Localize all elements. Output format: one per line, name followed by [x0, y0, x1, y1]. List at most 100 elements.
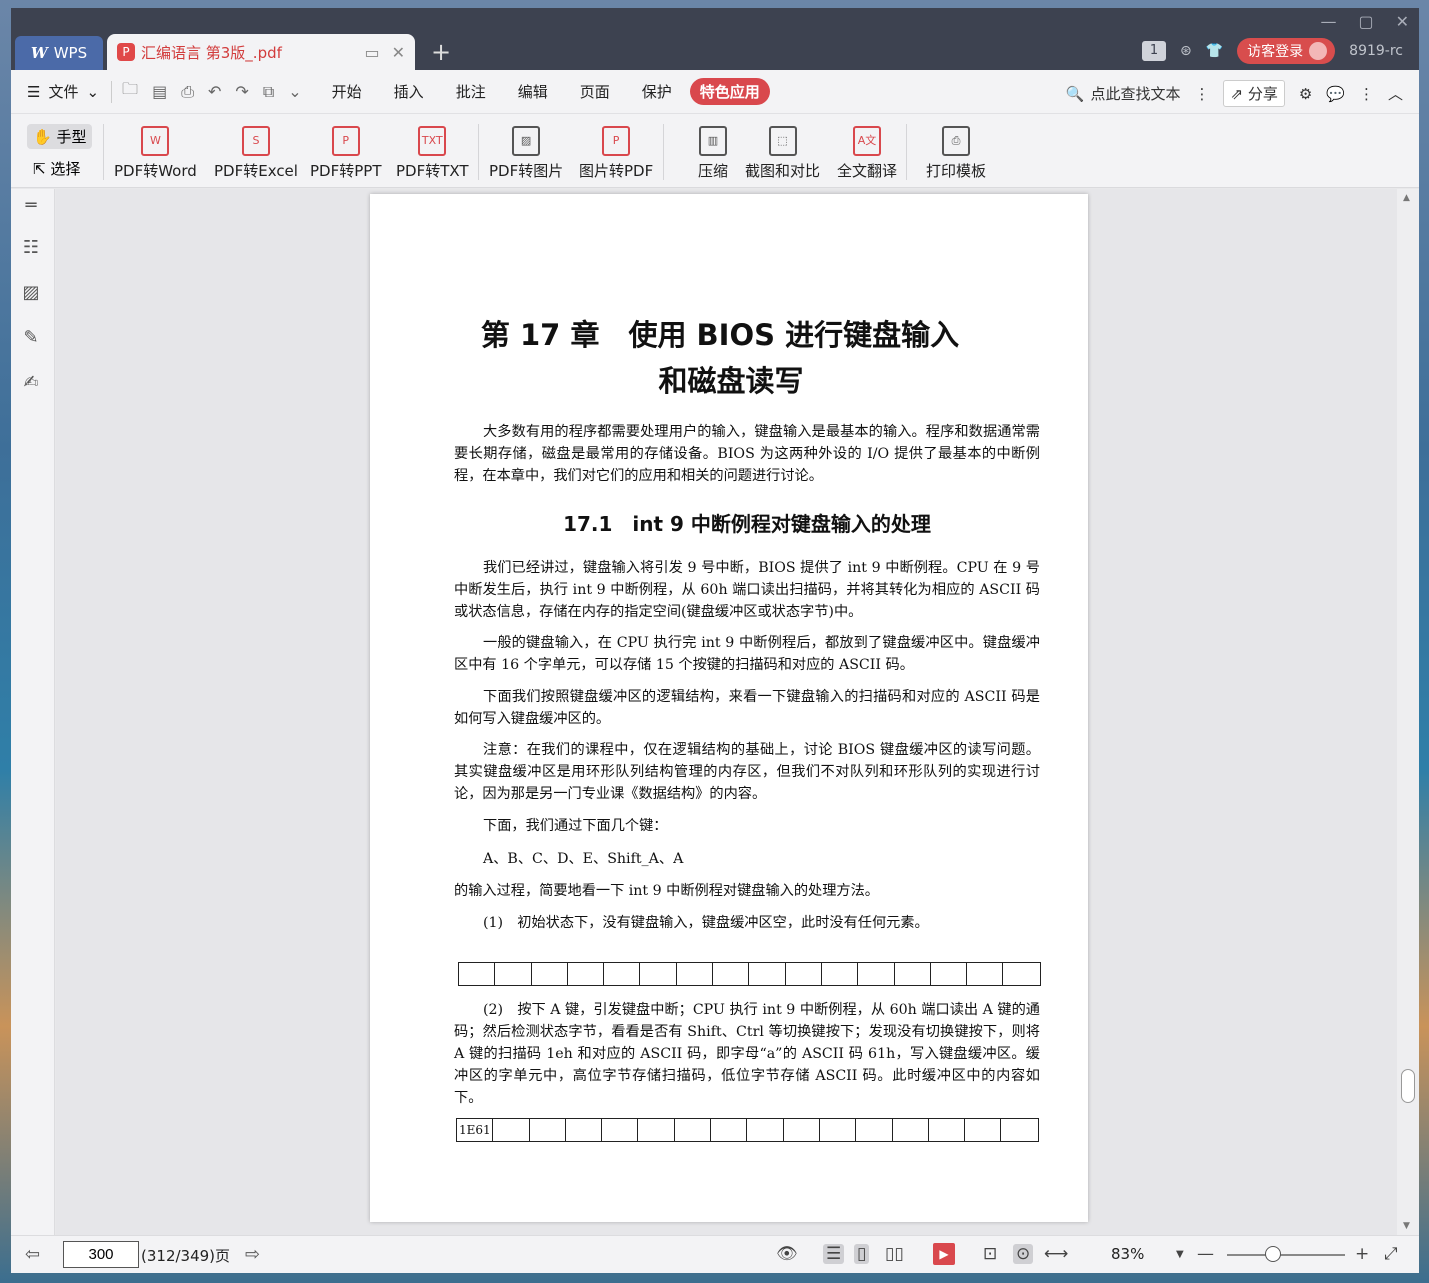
image-to-pdf-button[interactable]: P 图片转PDF: [579, 126, 653, 181]
pdf-page: 第 17 章 使用 BIOS 进行键盘输入 和磁盘读写 大多数有用的程序都需要处…: [370, 194, 1088, 1222]
tab-page[interactable]: 页面: [580, 81, 610, 102]
visitor-login-label: 访客登录: [1247, 44, 1304, 60]
select-tool-button[interactable]: ⇱ 选择: [33, 158, 80, 179]
signature-icon[interactable]: ✍: [21, 372, 41, 393]
new-tab-icon[interactable]: +: [431, 38, 451, 66]
compress-button[interactable]: ▥ 压缩: [698, 126, 728, 181]
undo-icon[interactable]: ↶: [208, 82, 221, 101]
paragraph-7: 的输入过程，简要地看一下 int 9 中断例程对键盘输入的处理方法。: [454, 883, 879, 899]
buffer-cell: [929, 1119, 966, 1141]
eye-protection-icon[interactable]: 👁: [776, 1244, 798, 1264]
fullscreen-icon[interactable]: ⤢: [1384, 1244, 1398, 1264]
pdf-to-txt-button[interactable]: TXT PDF转TXT: [396, 126, 469, 181]
zoom-slider[interactable]: [1227, 1254, 1345, 1256]
tab-protect[interactable]: 保护: [642, 81, 672, 102]
visitor-login-button[interactable]: 访客登录: [1237, 38, 1336, 64]
screenshot-compare-button[interactable]: ⬚ 截图和对比: [745, 126, 820, 181]
fit-page-icon[interactable]: ⊙: [1013, 1244, 1034, 1264]
page-number-input[interactable]: 300: [63, 1241, 139, 1268]
tab-edit[interactable]: 编辑: [518, 81, 548, 102]
fit-width-icon[interactable]: ⟷: [1044, 1244, 1068, 1264]
pdf-to-excel-button[interactable]: S PDF转Excel: [214, 126, 298, 181]
pin-window-icon[interactable]: ▭: [364, 43, 379, 62]
share-button[interactable]: ⇗ 分享: [1223, 80, 1285, 107]
pdf-to-word-button[interactable]: W PDF转Word: [114, 126, 197, 181]
more-options-icon[interactable]: ⋮: [1359, 85, 1374, 103]
wps-window: W WPS P 汇编语言 第3版_.pdf ▭ ✕ + — ▢ ✕ 1 ⊛ 👕 …: [11, 8, 1419, 1273]
two-page-icon[interactable]: ▯▯: [885, 1244, 904, 1264]
buffer-cell: [749, 963, 786, 985]
more-dropdown-icon[interactable]: ⌄: [288, 82, 301, 101]
scroll-down-icon[interactable]: ▼: [1403, 1221, 1410, 1231]
menu-right-area: 🔍 点此查找文本 ⋮ ⇗ 分享 ⚙ 💬 ⋮ ︿: [1066, 80, 1403, 107]
thumbnail-icon[interactable]: ▨: [21, 282, 41, 303]
comment-icon[interactable]: 💬: [1326, 85, 1345, 103]
image-to-pdf-icon: P: [602, 126, 631, 156]
minimize-icon[interactable]: —: [1320, 12, 1336, 31]
zoom-out-icon[interactable]: —: [1197, 1244, 1214, 1264]
divider: [478, 124, 479, 180]
buffer-cell: [965, 1119, 1002, 1141]
close-window-icon[interactable]: ✕: [1396, 12, 1409, 31]
close-tab-icon[interactable]: ✕: [392, 43, 405, 62]
print-icon[interactable]: ⎙: [181, 82, 194, 102]
buffer-cell: [893, 1119, 929, 1141]
search-text-input[interactable]: 点此查找文本: [1090, 83, 1180, 104]
outline-icon[interactable]: ☷: [21, 237, 41, 258]
share-label: 分享: [1247, 85, 1278, 103]
paragraph-5: 下面，我们通过下面几个键：: [483, 818, 668, 834]
open-folder-icon[interactable]: 🗀: [122, 78, 138, 105]
redo-icon[interactable]: ↷: [235, 82, 248, 101]
pdf-to-word-icon: W: [141, 126, 170, 156]
print-template-button[interactable]: ⎙ 打印模板: [926, 126, 986, 181]
divider: [103, 124, 104, 180]
compress-label: 压缩: [698, 162, 729, 180]
chapter-title: 第 17 章 使用 BIOS 进行键盘输入 和磁盘读写: [370, 312, 1088, 404]
collapse-ribbon-icon[interactable]: ︿: [1388, 83, 1403, 104]
pdf-to-image-button[interactable]: ▨ PDF转图片: [489, 126, 563, 181]
drag-handle-icon[interactable]: ═: [21, 195, 41, 216]
wps-home-tab[interactable]: W WPS: [15, 36, 103, 70]
vertical-scrollbar[interactable]: ▲ ▼: [1397, 189, 1419, 1235]
tab-insert[interactable]: 插入: [394, 81, 424, 102]
document-viewport[interactable]: 第 17 章 使用 BIOS 进行键盘输入 和磁盘读写 大多数有用的程序都需要处…: [56, 189, 1408, 1235]
hand-tool-button[interactable]: ✋ 手型: [27, 124, 93, 149]
next-page-icon[interactable]: ⇨: [245, 1244, 260, 1265]
actual-size-icon[interactable]: ⊡: [983, 1244, 997, 1264]
scrollbar-thumb[interactable]: [1401, 1069, 1415, 1103]
buffer-cell: [532, 963, 568, 985]
zoom-slider-knob[interactable]: [1265, 1246, 1281, 1262]
pdf-to-excel-icon: S: [241, 126, 270, 156]
user-id: 8919-rc: [1349, 43, 1403, 59]
more-vertical-icon[interactable]: ⋮: [1194, 85, 1209, 103]
window-count-badge[interactable]: 1: [1142, 41, 1166, 61]
zoom-dropdown-icon[interactable]: ▼: [1176, 1249, 1184, 1260]
pdf-to-ppt-button[interactable]: P PDF转PPT: [310, 126, 381, 181]
tab-start[interactable]: 开始: [332, 81, 362, 102]
buffer-cell: [493, 1119, 530, 1141]
full-translate-button[interactable]: A文 全文翻译: [837, 126, 897, 181]
single-page-icon[interactable]: ▯: [854, 1244, 870, 1264]
tab-special-apps[interactable]: 特色应用: [689, 78, 770, 105]
maximize-icon[interactable]: ▢: [1358, 12, 1373, 31]
play-slideshow-icon[interactable]: ▶: [933, 1243, 955, 1265]
scroll-up-icon[interactable]: ▲: [1403, 193, 1410, 203]
file-menu[interactable]: ☰ 文件 ⌄: [27, 81, 99, 102]
annotation-icon[interactable]: ✎: [21, 327, 41, 348]
document-tab[interactable]: P 汇编语言 第3版_.pdf ▭ ✕: [107, 34, 415, 70]
keyboard-buffer-a: 1E61: [456, 1118, 1039, 1142]
sync-icon[interactable]: ⊛: [1180, 43, 1192, 59]
tab-annotate[interactable]: 批注: [456, 81, 486, 102]
buffer-cell: [677, 963, 714, 985]
buffer-cell: [566, 1119, 603, 1141]
export-image-icon[interactable]: ⧉: [263, 82, 274, 102]
zoom-in-icon[interactable]: +: [1355, 1244, 1369, 1264]
zoom-level[interactable]: 83%: [1111, 1245, 1144, 1263]
skin-icon[interactable]: 👕: [1206, 43, 1223, 59]
buffer-cell: [931, 963, 968, 985]
settings-icon[interactable]: ⚙: [1299, 85, 1312, 103]
search-icon[interactable]: 🔍: [1066, 85, 1085, 103]
continuous-view-icon[interactable]: ☰: [823, 1244, 845, 1264]
save-icon[interactable]: ▤: [152, 82, 167, 101]
previous-page-icon[interactable]: ⇦: [25, 1244, 40, 1265]
